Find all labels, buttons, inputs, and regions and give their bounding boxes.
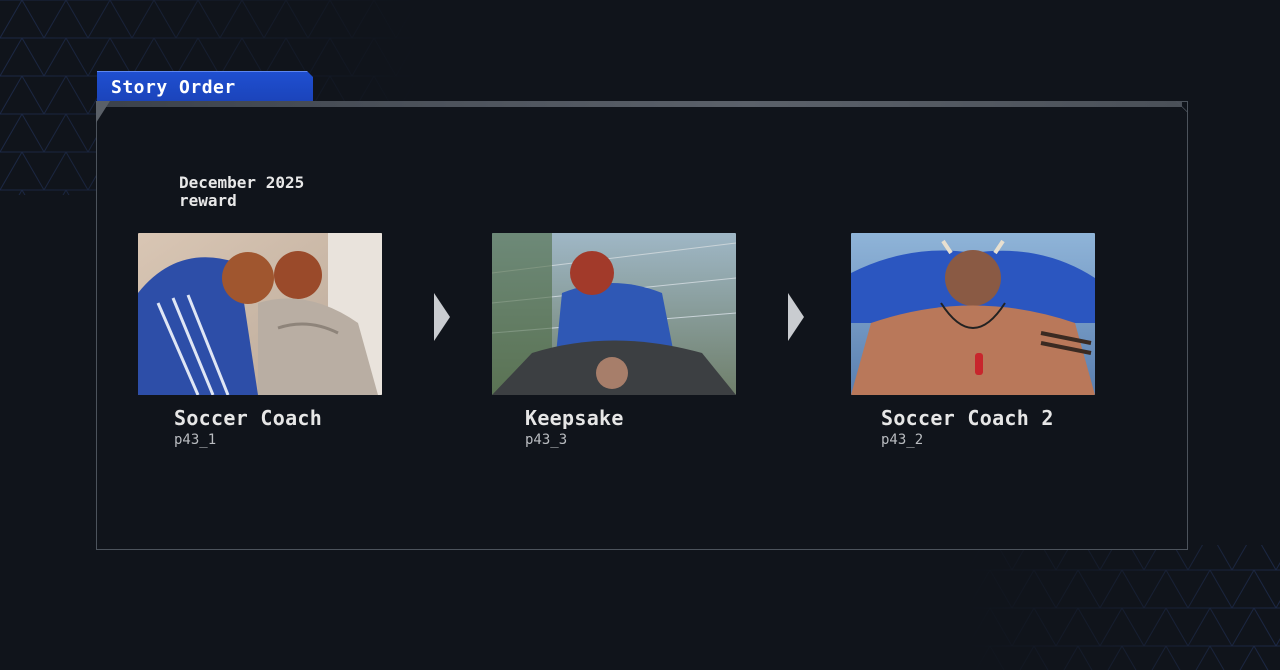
story-thumbnail-2[interactable]	[492, 233, 736, 395]
story-title-1: Soccer Coach	[174, 406, 323, 430]
story-code-1: p43_1	[174, 432, 217, 448]
story-illustration-icon	[492, 233, 736, 395]
story-title-2: Keepsake	[525, 406, 624, 430]
reward-label: December 2025 reward	[179, 173, 305, 210]
panel-title: Story Order	[111, 77, 236, 98]
story-illustration-icon	[851, 233, 1095, 395]
story-title-3: Soccer Coach 2	[881, 406, 1054, 430]
next-arrow-icon	[434, 293, 450, 341]
story-order-screen: Story Order December 2025 reward Soccer …	[0, 0, 1280, 670]
panel-top-border	[96, 101, 1182, 107]
story-illustration-icon	[138, 233, 382, 395]
story-code-2: p43_3	[525, 432, 568, 448]
panel-corner-bevel	[1176, 101, 1188, 113]
story-code-3: p43_2	[881, 432, 924, 448]
panel-title-tab: Story Order	[97, 71, 313, 101]
panel-corner-accent	[96, 101, 110, 123]
story-thumbnail-1[interactable]	[138, 233, 382, 395]
next-arrow-icon	[788, 293, 804, 341]
story-thumbnail-3[interactable]	[851, 233, 1095, 395]
